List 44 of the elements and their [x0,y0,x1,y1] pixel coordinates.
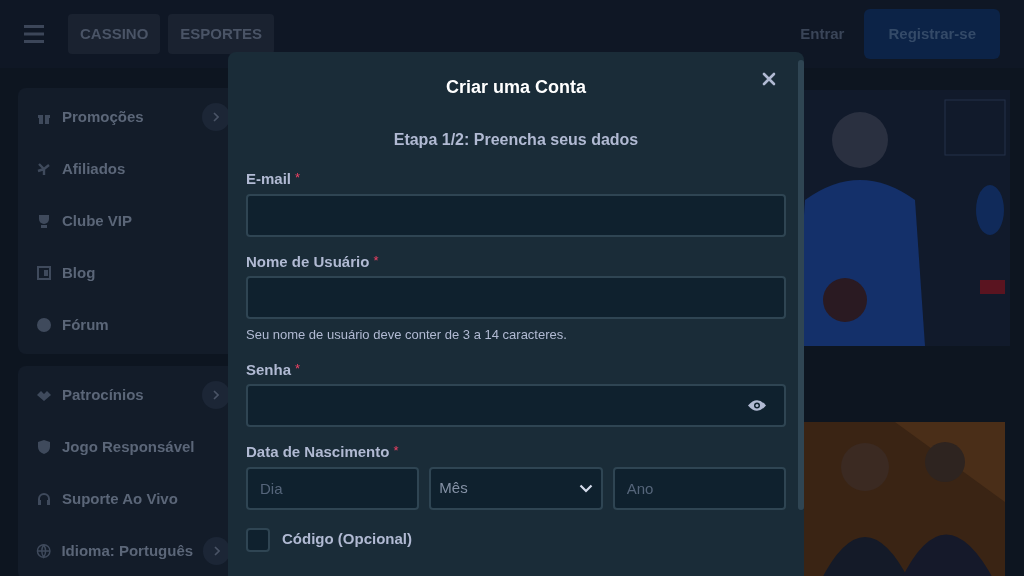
required-mark: * [295,169,301,187]
expand-button[interactable] [202,381,230,409]
sidebar-item[interactable]: Blog [18,247,240,299]
modal-title: Criar uma Conta [446,76,586,99]
chevron-icon [213,546,220,556]
required-mark: * [295,359,301,378]
sidebar-item[interactable]: Suporte Ao Vivo [18,473,240,525]
chevron-icon [213,112,219,122]
step-subtitle: Etapa 1/2: Preencha seus dados [393,130,639,150]
password-field[interactable] [246,384,786,427]
required-mark: * [373,251,379,270]
checkbox-label: Código (Opcional) [282,529,412,550]
headset-icon [36,491,52,507]
eye-icon[interactable] [747,399,767,412]
input-field[interactable] [246,193,786,237]
field-label: Nome de Usuário [246,251,370,272]
input-field[interactable]: Ano [612,466,786,510]
sidebar-item[interactable]: Fórum [18,299,240,351]
shield-icon [36,439,52,455]
field-label: E-mail [246,169,291,189]
expand-button[interactable] [203,537,230,565]
sidebar-item[interactable]: Idioma: Português [18,525,240,576]
checkbox[interactable] [246,527,270,552]
chevron-icon [213,390,219,400]
sidebar-item[interactable]: Afiliados [18,143,240,195]
required-mark: * [393,442,399,460]
newspaper-icon [36,265,52,281]
expand-button[interactable] [202,103,230,131]
globe-icon [36,543,52,559]
field-label: Data de Nascimento [246,442,390,462]
month-select[interactable]: Mês [429,466,603,510]
trophy-icon [36,213,52,229]
sidebar-item[interactable]: Clube VIP [18,195,240,247]
close-icon[interactable] [762,72,776,86]
field-label: Senha [246,359,291,380]
sparkle-icon [36,161,52,177]
hint-text: Seu nome de usuário deve conter de 3 a 14 caracteres. [246,326,568,344]
chevron-down-icon [578,483,593,493]
sidebar-item[interactable]: Jogo Responsável [18,421,240,473]
input-field[interactable]: Dia [246,466,420,510]
input-field[interactable] [246,276,786,319]
menu-icon[interactable] [24,25,44,43]
sidebar-item[interactable]: Promoções [18,91,240,143]
sidebar-item[interactable]: Patrocínios [18,369,240,421]
